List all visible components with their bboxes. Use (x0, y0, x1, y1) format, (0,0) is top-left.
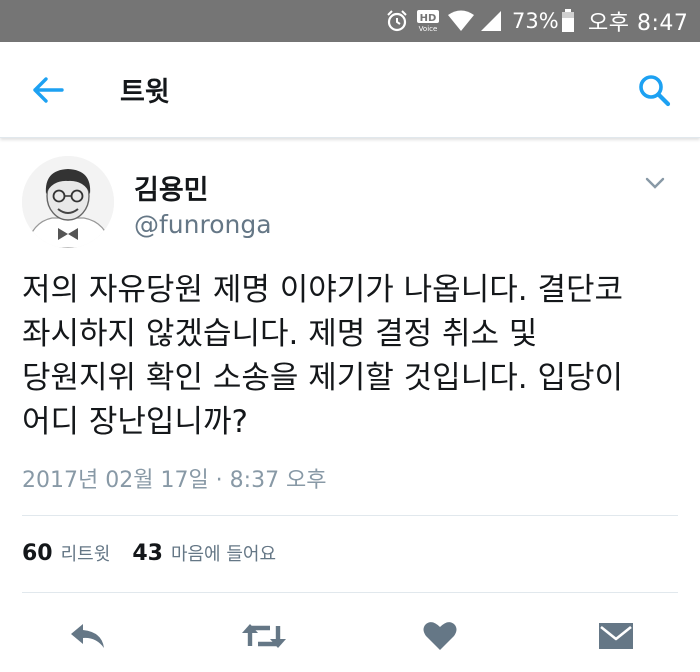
tweet-stats: 60 리트윗 43 마음에 들어요 (22, 540, 298, 566)
search-button[interactable] (630, 66, 678, 114)
alarm-icon (384, 0, 410, 42)
battery-icon (560, 0, 576, 42)
retweet-button[interactable] (238, 614, 290, 658)
tweet-timestamp: 2017년 02월 17일 · 8:37 오후 (22, 468, 327, 493)
chevron-down-icon (645, 177, 665, 189)
search-icon (639, 75, 671, 107)
author-handle[interactable]: @funronga (134, 210, 272, 239)
svg-text:Voice: Voice (419, 25, 438, 33)
like-button[interactable] (414, 614, 466, 658)
avatar[interactable] (22, 156, 114, 248)
like-label[interactable]: 마음에 들어요 (171, 540, 276, 566)
author-name[interactable]: 김용민 (134, 168, 209, 207)
direct-message-button[interactable] (590, 614, 642, 658)
tweet-text-line: 저의 자유당원 제명 이야기가 나옵니다. 결단코 (22, 272, 624, 308)
divider (22, 515, 678, 516)
retweet-count[interactable]: 60 (22, 541, 53, 566)
tweet-text-line: 당원지위 확인 소송을 제기할 것입니다. 입당이 (22, 360, 624, 396)
tweet-text-line: 좌시하지 않겠습니다. 제명 결정 취소 및 (22, 316, 538, 352)
tweet-text-line: 어디 장난입니까? (22, 404, 248, 440)
svg-text:HD: HD (420, 13, 437, 24)
like-count[interactable]: 43 (132, 541, 163, 566)
page-title: 트윗 (120, 77, 170, 108)
divider (22, 592, 678, 593)
reply-button[interactable] (62, 614, 114, 658)
reply-icon (71, 624, 104, 648)
status-bar: HD Voice 73% 오후 8:47 (0, 0, 700, 42)
app-bar: 트윗 (0, 42, 700, 138)
battery-percentage: 73% (512, 9, 559, 33)
heart-icon (423, 622, 457, 650)
direct-message-icon (599, 623, 633, 649)
tweet-text: 저의 자유당원 제명 이야기가 나옵니다. 결단코 좌시하지 않겠습니다. 제명… (22, 268, 682, 444)
hd-voice-icon: HD Voice (414, 0, 442, 42)
clock: 오후 8:47 (588, 11, 689, 36)
retweet-label[interactable]: 리트윗 (61, 540, 111, 566)
retweet-icon (242, 624, 286, 648)
tweet-menu-button[interactable] (640, 170, 670, 196)
tweet-action-bar (0, 602, 700, 672)
back-arrow-icon (33, 77, 64, 103)
signal-icon (478, 0, 504, 42)
back-button[interactable] (22, 68, 74, 112)
wifi-icon (446, 0, 476, 42)
